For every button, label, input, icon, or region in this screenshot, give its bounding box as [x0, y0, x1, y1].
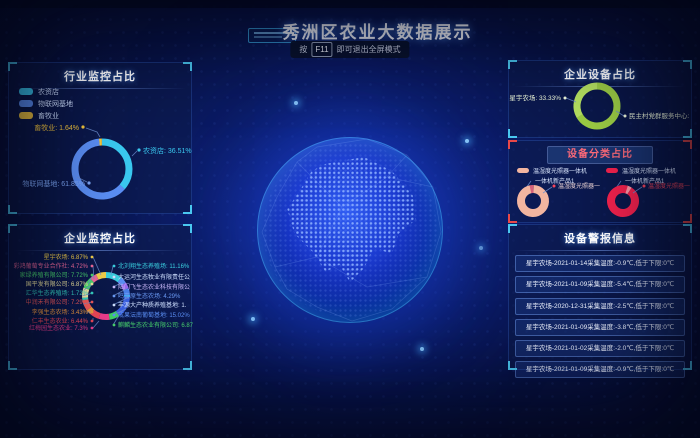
globe-mesh-lines	[257, 137, 443, 323]
callout-label: 北刘翔生态养殖场: 11.16%	[118, 262, 190, 270]
callout-dot	[91, 311, 94, 314]
fullscreen-tip-suffix: 即可退出全屏模式	[337, 45, 401, 54]
leader-line	[86, 128, 100, 137]
device-alarm-panel: 设备警报信息 星宇农场-2021-01-14采集温度:-0.9℃,低于下限:0℃…	[508, 224, 692, 370]
f11-key-hint: F11	[311, 42, 332, 57]
callout-label: 汇华生态养殖场: 1.72%	[26, 289, 89, 297]
callout-label: 星宇农场: 33.33%	[509, 93, 561, 102]
callout-dot	[91, 265, 94, 268]
callout-label: 温湿度光照器一	[558, 182, 600, 190]
callout-dot	[553, 185, 556, 188]
callout-dot	[113, 324, 116, 327]
leader-line	[93, 321, 99, 328]
callout-dot	[137, 148, 140, 151]
globe	[257, 137, 443, 323]
callout-dot	[113, 314, 116, 317]
callout-dot	[91, 301, 94, 304]
fullscreen-tip: 按 F11 即可退出全屏模式	[290, 41, 409, 58]
callout-dot	[91, 327, 94, 330]
callout-dot	[113, 295, 116, 298]
donut-ring	[570, 79, 625, 134]
callout-label: 温湿度光照器一	[648, 182, 690, 190]
alarm-list-item: 星宇农场-2020-12-31采集温度:-2.5℃,低于下限:0℃	[515, 298, 685, 315]
globe-continent-dots	[263, 143, 437, 317]
callout-dot	[113, 286, 116, 289]
callout-label: 成果沄南葡萄基地: 15.02%	[118, 311, 190, 319]
callout-label: 国平发有限公司: 6.87%	[26, 280, 89, 288]
donut-ring	[606, 184, 639, 217]
callout-label: 丰源大产种质养殖基地: 1.	[118, 301, 187, 309]
callout-dot	[91, 283, 94, 286]
callout-label: 民主村党群服务中心:	[629, 111, 690, 120]
donut-ring	[64, 131, 140, 207]
callout-label: 李强生态农场: 3.43%	[32, 308, 89, 316]
callout-label: 仁丰生态农业: 6.44%	[32, 317, 89, 325]
fullscreen-tip-prefix: 按	[299, 45, 307, 54]
leader-line	[93, 257, 101, 275]
callout-label: 红梅园生态农业: 7.3%	[29, 324, 89, 332]
callout-label: 大运河生态牧业有限责任公	[118, 273, 190, 281]
callout-label: 彩鸿葡萄专业合作社: 4.72%	[14, 262, 89, 270]
callout-dot	[624, 115, 627, 118]
equipment-ratio-panel: 企业设备占比 星宇农场: 33.33% 民主村党群服务中心:	[508, 60, 692, 138]
device-category-panel: 设备分类占比 温湿度光照器一体机 一体机新产品1 温湿度光照器一 温湿度光照器一…	[508, 140, 692, 223]
callout-dot	[91, 292, 94, 295]
callout-dot	[113, 304, 116, 307]
callout-label: 中润禾有限公司: 7.29%	[26, 298, 89, 306]
glow-dot	[465, 139, 469, 143]
legend-swatch[interactable]	[606, 168, 618, 173]
alarm-panel-title: 设备警报信息	[509, 225, 691, 246]
callout-dot	[91, 256, 94, 259]
callout-label: 家绿养殖有限公司: 7.72%	[20, 271, 89, 279]
globe-dot-texture	[263, 143, 437, 317]
legend-label[interactable]: 温湿度光照器一体机	[533, 167, 587, 175]
callout-label: 麒麟生态农业有限公司: 6.87%	[118, 321, 193, 329]
enterprise-monitor-panel: 企业监控占比 星宇农场: 6.87% 彩鸿葡萄专业合作社: 4.72% 家绿养殖…	[8, 224, 192, 370]
callout-dot	[564, 97, 567, 100]
callout-label: 星宇农场: 6.87%	[44, 253, 89, 261]
device-category-charts: 温湿度光照器一体机 一体机新产品1 温湿度光照器一 温湿度光照器一体机 一体机新…	[509, 141, 693, 224]
glow-dot	[294, 101, 298, 105]
industry-ratio-panel: 行业监控占比 农资店 物联网基地 畜牧业 畜牧业: 1.64% 农资店: 36.…	[8, 62, 192, 214]
glow-dot	[479, 246, 483, 250]
enterprise-donut-chart: 星宇农场: 6.87% 彩鸿葡萄专业合作社: 4.72% 家绿养殖有限公司: 7…	[9, 225, 193, 371]
page-title: 秀洲区农业大数据展示	[0, 18, 700, 43]
callout-label: 畜牧业: 1.64%	[34, 123, 79, 132]
divider	[514, 250, 686, 251]
glow-dot	[420, 347, 424, 351]
callout-label: 农资店: 36.51%	[143, 146, 192, 155]
alarm-list-item: 星宇农场-2021-01-09采集温度:-0.9℃,低于下限:0℃	[515, 361, 685, 378]
callout-dot	[643, 185, 646, 188]
alarm-list-item: 星宇农场-2021-01-02采集温度:-2.0℃,低于下限:0℃	[515, 340, 685, 357]
callout-dot	[91, 320, 94, 323]
callout-dot	[113, 276, 116, 279]
callout-dot	[81, 125, 84, 128]
legend-swatch[interactable]	[517, 168, 529, 173]
donut-slice	[606, 184, 639, 217]
leader-line	[132, 151, 137, 156]
alarm-list-item: 星宇农场-2021-01-09采集温度:-3.8℃,低于下限:0℃	[515, 319, 685, 336]
alarm-list-item: 星宇农场-2021-01-09采集温度:-5.4℃,低于下限:0℃	[515, 276, 685, 293]
callout-label: 陆门飞生态农业科技有限公	[118, 283, 190, 291]
alarm-list-item: 星宇农场-2021-01-14采集温度:-0.9℃,低于下限:0℃	[515, 255, 685, 272]
callout-label: 物联网基地: 61.85%	[22, 179, 85, 188]
equipment-donut-chart: 星宇农场: 33.33% 民主村党群服务中心:	[509, 61, 693, 139]
callout-dot	[113, 265, 116, 268]
dashboard-stage: 秀洲区农业大数据展示 按 F11 即可退出全屏模式 行业监控占比 农资店 物联网基地…	[0, 0, 700, 438]
callout-dot	[91, 274, 94, 277]
legend-label[interactable]: 温湿度光照器一体机	[622, 167, 676, 175]
callout-label: 鸣喜原生态农场: 4.29%	[118, 292, 181, 300]
donut-ring	[518, 186, 547, 215]
top-band	[0, 0, 700, 8]
callout-dot	[87, 181, 90, 184]
glow-dot	[251, 317, 255, 321]
industry-donut-chart: 畜牧业: 1.64% 农资店: 36.51% 物联网基地: 61.85%	[9, 63, 193, 215]
